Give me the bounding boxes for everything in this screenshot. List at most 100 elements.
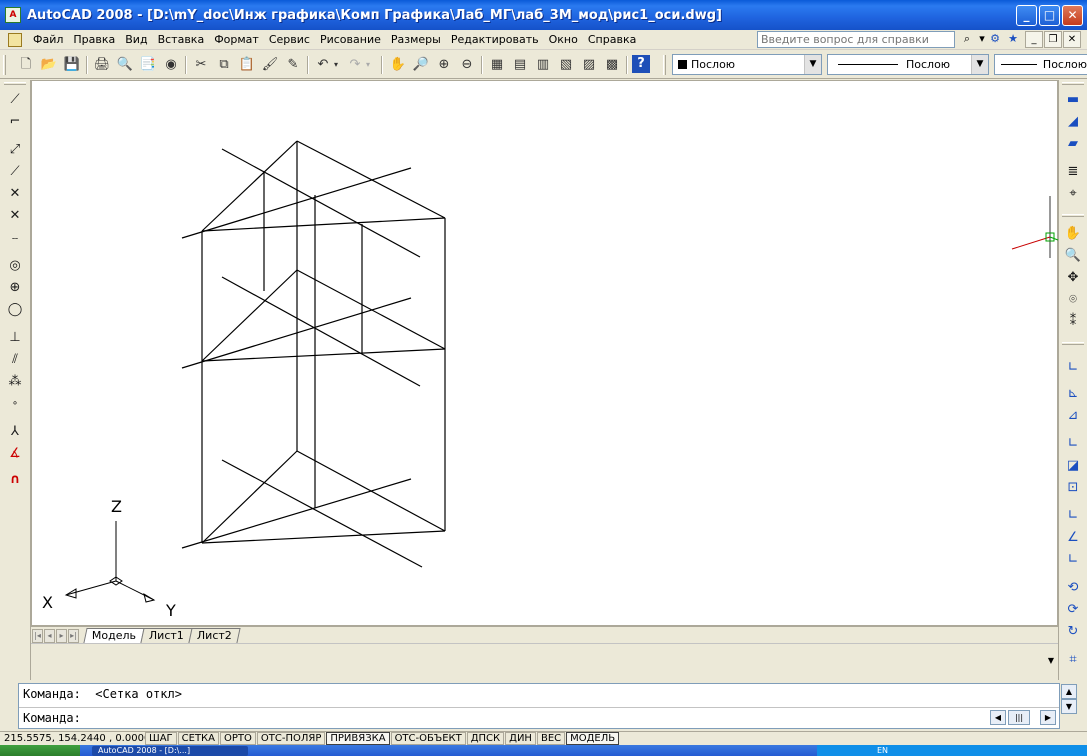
taskbar-autocad-task[interactable]: AutoCAD 2008 - [D:\...] — [92, 746, 248, 756]
ucs-world-icon[interactable]: ⊾ — [1062, 384, 1084, 404]
camera-icon[interactable]: ⌾ — [1062, 290, 1084, 310]
zoom-window-icon[interactable]: ⊕ — [434, 55, 454, 75]
document-restore-button[interactable]: ❐ — [1044, 31, 1062, 48]
zoom-realtime-icon[interactable]: 🔍 — [1062, 246, 1084, 266]
favorites-star-icon[interactable]: ★ — [1004, 31, 1022, 48]
color-combo[interactable]: Послою ▼ — [672, 54, 822, 75]
model-space-toggle[interactable]: МОДЕЛЬ — [566, 732, 620, 745]
menu-format[interactable]: Формат — [209, 33, 264, 46]
chevron-down-icon[interactable]: ▼ — [971, 55, 988, 74]
toolbar-grip[interactable] — [4, 82, 26, 85]
command-scroll-left-button[interactable]: ◀ — [990, 710, 1006, 725]
plot-preview-icon[interactable]: 🔍 — [115, 55, 135, 75]
document-close-button[interactable]: ✕ — [1063, 31, 1081, 48]
chevron-down-icon[interactable]: ▼ — [1048, 656, 1054, 665]
design-center-icon[interactable]: ▤ — [510, 55, 530, 75]
menu-insert[interactable]: Вставка — [153, 33, 210, 46]
help-search-input[interactable] — [757, 31, 955, 48]
line-icon[interactable]: ⟋ — [4, 90, 26, 110]
menu-modify[interactable]: Редактировать — [446, 33, 544, 46]
arc-icon[interactable]: ✕ — [4, 206, 26, 226]
paste-icon[interactable]: 📋 — [237, 55, 257, 75]
dynamic-ucs-toggle[interactable]: ДПСК — [466, 732, 505, 745]
redo-dropdown-icon[interactable]: ▾ — [363, 55, 373, 75]
pan-realtime-icon[interactable]: ✋ — [388, 55, 408, 75]
snap-toggle[interactable]: ШАГ — [145, 732, 177, 745]
dimension-ordinate-icon[interactable]: ≣ — [1062, 162, 1084, 182]
ucs-previous-icon[interactable]: ⊿ — [1062, 406, 1084, 426]
ellipse-icon[interactable]: ◯ — [4, 300, 26, 320]
menu-dimension[interactable]: Размеры — [386, 33, 446, 46]
toolbar-grip[interactable] — [1062, 82, 1084, 85]
menu-edit[interactable]: Правка — [68, 33, 120, 46]
block-editor-icon[interactable]: ✎ — [283, 55, 303, 75]
communication-center-icon[interactable]: ⚙ — [986, 31, 1004, 48]
ucs-apply-icon[interactable]: ⌗ — [1062, 650, 1084, 670]
hatch-icon[interactable]: ⅄ — [4, 422, 26, 442]
ucs-icon[interactable]: ∟ — [1062, 358, 1084, 378]
walk-icon[interactable]: ⁑ — [1062, 312, 1084, 332]
drawing-svg[interactable]: Z X Y — [32, 81, 1059, 627]
ucs-3point-icon[interactable]: ∟ — [1062, 550, 1084, 570]
redo-icon[interactable]: ↷ — [345, 55, 365, 75]
tab-layout1[interactable]: Лист1 — [140, 628, 193, 643]
object-snap-tracking-toggle[interactable]: ОТС-ОБЪЕКТ — [390, 732, 466, 745]
save-icon[interactable]: 💾 — [62, 55, 82, 75]
pan-icon[interactable]: ✋ — [1062, 224, 1084, 244]
new-file-icon[interactable]: 🗋 — [16, 55, 36, 75]
region-icon[interactable]: ∩ — [4, 470, 26, 490]
3d-dwf-icon[interactable]: ◉ — [161, 55, 181, 75]
polyline-icon[interactable]: ⤢ — [4, 140, 26, 160]
lineweight-combo[interactable]: Послою — [994, 54, 1087, 75]
dimension-aligned-icon[interactable]: ◢ — [1062, 112, 1084, 132]
menu-file[interactable]: Файл — [28, 33, 68, 46]
toolbar-grip[interactable] — [663, 55, 666, 75]
undo-icon[interactable]: ↶ — [313, 55, 333, 75]
construction-line-icon[interactable]: ⌐ — [4, 112, 26, 132]
command-scroll-down-button[interactable]: ▼ — [1061, 699, 1077, 714]
make-block-icon[interactable]: ⁂ — [4, 372, 26, 392]
calculator-icon[interactable]: ▩ — [602, 55, 622, 75]
ucs-x-icon[interactable]: ⟲ — [1062, 578, 1084, 598]
point-icon[interactable]: ∘ — [4, 394, 26, 414]
maximize-button[interactable]: □ — [1039, 5, 1060, 26]
minimize-button[interactable]: _ — [1016, 5, 1037, 26]
menu-help[interactable]: Справка — [583, 33, 641, 46]
open-file-icon[interactable]: 📂 — [39, 55, 59, 75]
command-line-window[interactable]: Команда: <Сетка откл> Команда: — [18, 683, 1060, 729]
zoom-previous-icon[interactable]: ⊖ — [457, 55, 477, 75]
ellipse-arc-icon[interactable]: ⊥ — [4, 328, 26, 348]
document-minimize-button[interactable]: _ — [1025, 31, 1043, 48]
tab-first-button[interactable]: |◂ — [32, 629, 43, 643]
dimension-linear-icon[interactable]: ▬ — [1062, 90, 1084, 110]
object-snap-toggle[interactable]: ПРИВЯЗКА — [326, 732, 390, 745]
tab-layout2[interactable]: Лист2 — [188, 628, 241, 643]
toolbar-grip[interactable] — [1062, 214, 1084, 217]
menu-tools[interactable]: Сервис — [264, 33, 315, 46]
toolbar-grip[interactable] — [1062, 342, 1084, 345]
polar-tracking-toggle[interactable]: ОТС-ПОЛЯР — [256, 732, 326, 745]
command-prompt[interactable]: Команда: — [23, 711, 81, 725]
lineweight-toggle[interactable]: ВЕС — [536, 732, 566, 745]
menu-draw[interactable]: Рисование — [315, 33, 386, 46]
ucs-origin-icon[interactable]: ∟ — [1062, 506, 1084, 526]
rectangle-icon[interactable]: ✕ — [4, 184, 26, 204]
window-titlebar[interactable]: A AutoCAD 2008 - [D:\mY_doc\Инж графика\… — [0, 0, 1087, 30]
grid-toggle[interactable]: СЕТКА — [177, 732, 219, 745]
polygon-icon[interactable]: ⟋ — [4, 162, 26, 182]
menu-window[interactable]: Окно — [544, 33, 583, 46]
tab-model[interactable]: Модель — [83, 628, 145, 643]
menu-view[interactable]: Вид — [120, 33, 152, 46]
ucs-object-icon[interactable]: ◪ — [1062, 456, 1084, 476]
toolbar-grip[interactable] — [3, 55, 6, 75]
copy-icon[interactable]: ⧉ — [214, 55, 234, 75]
dynamic-input-toggle[interactable]: ДИН — [505, 732, 536, 745]
sheet-set-manager-icon[interactable]: ▧ — [556, 55, 576, 75]
coordinates-display[interactable]: 215.5575, 154.2440 , 0.0000 — [0, 733, 145, 744]
tool-palettes-icon[interactable]: ▥ — [533, 55, 553, 75]
document-icon[interactable] — [8, 32, 22, 47]
markup-set-manager-icon[interactable]: ▨ — [579, 55, 599, 75]
insert-block-icon[interactable]: ⫽ — [4, 350, 26, 370]
help-icon[interactable]: ? — [632, 55, 650, 73]
zoom-realtime-icon[interactable]: 🔎 — [411, 55, 431, 75]
